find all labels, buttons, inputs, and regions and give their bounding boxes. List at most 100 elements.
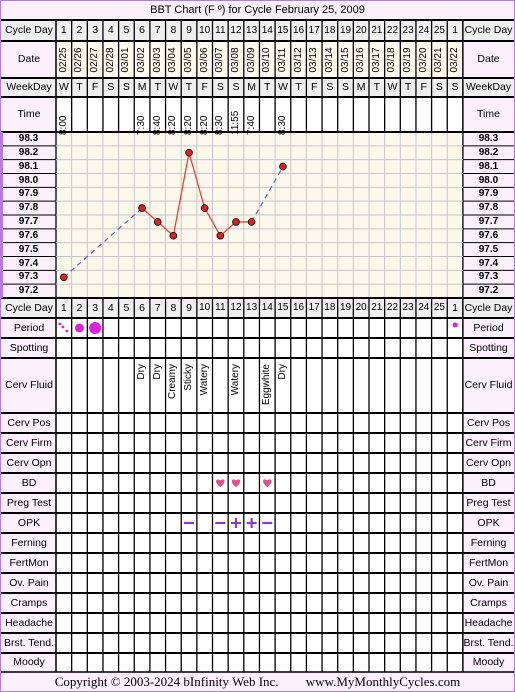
row-label-fertmon-right: FertMon — [468, 557, 509, 569]
period-dot-heavy — [89, 322, 102, 334]
weekday-cell: W — [387, 81, 398, 93]
row-label-date: Date — [17, 53, 41, 65]
weekday-cell: F — [91, 81, 99, 93]
temperature-point — [232, 218, 240, 226]
cycle-day-cell: 1 — [60, 302, 67, 314]
cycle-day-cell: 18 — [324, 25, 336, 36]
date-cell: 03/17 — [370, 46, 382, 73]
cycle-day-cell: 14 — [261, 25, 273, 36]
date-cell: 03/08 — [229, 46, 241, 73]
cycle-day-cell: 2 — [76, 24, 83, 36]
row-label-cerv-pos-right: Cerv Pos — [466, 417, 511, 429]
row-label-period-right: Period — [473, 322, 504, 334]
y-tick-label: 97.8 — [18, 202, 39, 214]
cycle-day-cell: 1 — [452, 24, 458, 36]
y-tick-label-right: 97.9 — [478, 188, 499, 200]
weekday-cell: T — [76, 81, 83, 93]
row-label-headache-right: Headache — [464, 617, 513, 629]
y-tick-label: 98.3 — [18, 133, 39, 144]
cycle-day-cell: 15 — [277, 25, 289, 36]
temperature-point — [60, 273, 68, 282]
weekday-cell: S — [326, 81, 334, 93]
cerv-fluid-cell: Eggwhite — [261, 364, 273, 406]
cycle-day-cell: 21 — [371, 25, 383, 36]
date-cell: 03/10 — [261, 46, 273, 73]
date-cell: 03/07 — [214, 46, 226, 73]
cycle-day-cell: 6 — [139, 24, 145, 36]
date-cell: 02/26 — [73, 46, 85, 73]
y-tick-label: 97.4 — [18, 257, 39, 269]
cycle-day-cell: 8 — [170, 24, 177, 36]
y-tick-label-right: 97.5 — [478, 243, 499, 255]
cerv-fluid-cell: Creamy — [167, 364, 179, 400]
row-label-bd: BD — [21, 477, 37, 489]
cycle-day-cell: 12 — [230, 25, 242, 36]
temperature-point — [153, 218, 162, 226]
cycle-day-cell: 1 — [452, 302, 458, 314]
cycle-day-cell: 9 — [186, 302, 192, 314]
temperature-point — [279, 162, 287, 171]
cycle-day-cell: 4 — [107, 24, 114, 36]
bbt-chart-frame: BBT Chart (F º) for Cycle February 25, 2… — [0, 0, 515, 692]
y-tick-label: 97.2 — [18, 285, 39, 297]
row-label-ov-pain: Ov. Pain — [9, 577, 49, 589]
cycle-day-cell: 22 — [386, 302, 399, 313]
y-tick-label-right: 97.8 — [478, 202, 499, 214]
copyright-text: Copyright © 2003-2024 bInfinity Web Inc. — [54, 674, 279, 689]
row-label-cerv-opn-right: Cerv Opn — [466, 457, 511, 469]
cycle-day-cell: 12 — [230, 302, 242, 313]
date-cell: 03/14 — [323, 46, 335, 73]
row-label-headache: Headache — [5, 617, 53, 629]
y-tick-label: 97.6 — [18, 229, 39, 241]
period-spotting-dot — [65, 329, 69, 333]
row-label-cramps-right: Cramps — [470, 597, 507, 609]
period-dot-small — [452, 322, 458, 328]
date-cell: 03/13 — [308, 46, 320, 73]
y-tick-label-right: 98.2 — [478, 146, 499, 158]
row-label-cerv-pos: Cerv Pos — [7, 417, 51, 429]
time-cell: 8:40 — [151, 115, 163, 135]
site-link[interactable]: www.MyMonthlyCycles.com — [306, 674, 460, 689]
row-label-preg-test-right: Preg Test — [466, 497, 511, 509]
cycle-day-cell: 11 — [215, 25, 226, 36]
row-label-ov-pain-right: Ov. Pain — [468, 577, 509, 589]
cycle-day-cell: 23 — [402, 25, 414, 36]
time-cell: 11:55 — [229, 110, 241, 135]
cycle-day-cell: 7 — [154, 302, 161, 314]
row-label-weekday: WeekDay — [6, 81, 52, 93]
cycle-day-cell: 24 — [418, 302, 430, 313]
temperature-point — [169, 231, 178, 240]
row-label-cerv-firm: Cerv Firm — [5, 437, 53, 449]
weekday-cell: T — [295, 81, 302, 93]
row-label-opk: OPK — [17, 517, 41, 529]
y-tick-label-right: 97.3 — [478, 271, 499, 283]
weekday-cell: F — [311, 81, 318, 93]
cycle-day-cell: 21 — [371, 302, 383, 313]
weekday-cell: F — [420, 81, 427, 93]
row-label-time: Time — [17, 108, 41, 120]
date-cell: 03/02 — [136, 46, 148, 73]
cycle-day-cell: 19 — [339, 302, 352, 313]
y-tick-label-right: 97.7 — [478, 216, 499, 227]
row-label-ferning: Ferning — [11, 537, 47, 549]
row-label-period: Period — [13, 322, 45, 334]
y-tick-label: 98.2 — [18, 146, 39, 158]
cerv-fluid-cell: Dry — [136, 364, 148, 380]
cerv-fluid-cell: Sticky — [183, 364, 195, 391]
date-cell: 03/16 — [355, 46, 367, 73]
cycle-day-cell: 20 — [355, 25, 367, 36]
date-cell: 03/11 — [276, 47, 288, 72]
date-cell: 03/04 — [167, 46, 179, 73]
row-label-cramps: Cramps — [10, 597, 48, 609]
cycle-day-cell: 13 — [246, 25, 258, 36]
row-label-spotting-right: Spotting — [469, 342, 508, 354]
weekday-cell: S — [342, 81, 350, 93]
y-tick-label-right: 98.3 — [478, 133, 499, 144]
row-label-cycle-day: Cycle Day — [5, 302, 53, 314]
weekday-cell: S — [122, 81, 130, 93]
cycle-day-cell: 11 — [215, 302, 226, 313]
cycle-day-cell: 23 — [402, 302, 414, 313]
cycle-day-cell: 22 — [386, 25, 399, 36]
row-label-cycle-day-right: Cycle Day — [464, 302, 513, 314]
date-cell: 03/15 — [339, 46, 351, 73]
